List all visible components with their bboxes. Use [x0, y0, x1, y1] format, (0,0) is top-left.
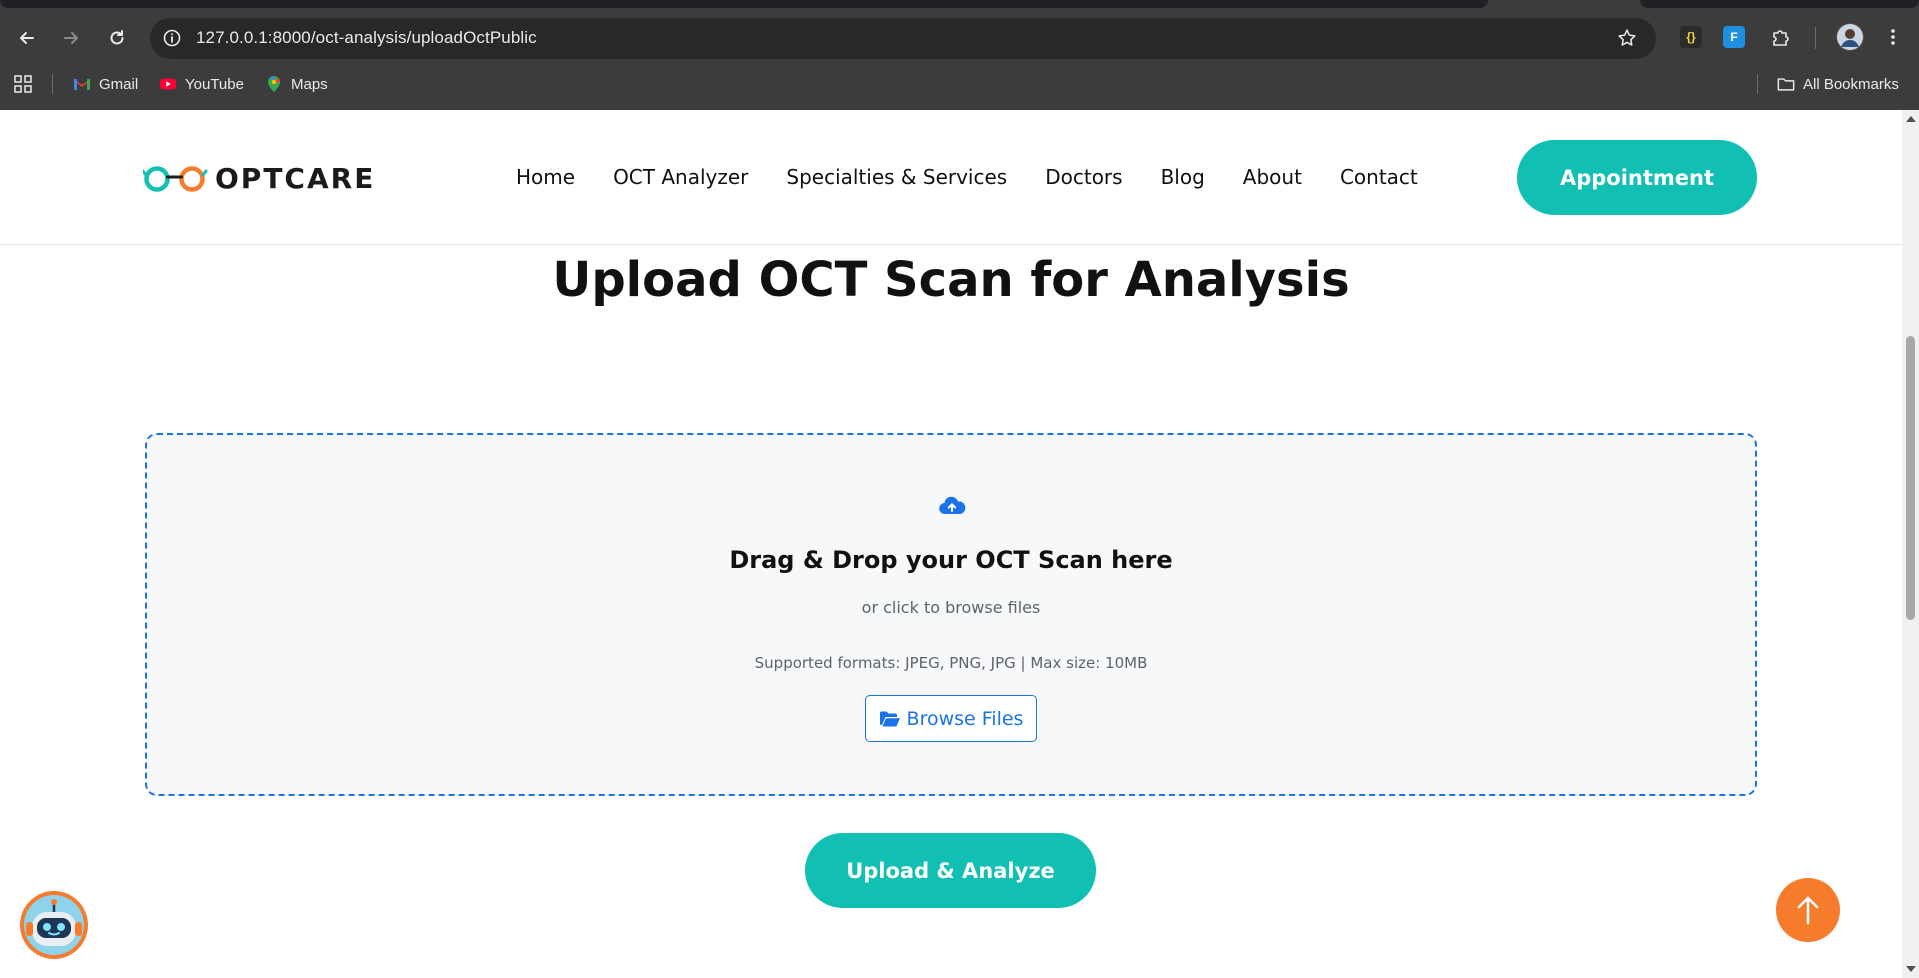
json-extension-icon[interactable]: {} [1680, 26, 1702, 48]
gmail-icon [74, 79, 90, 90]
upload-analyze-button[interactable]: Upload & Analyze [805, 833, 1096, 908]
site-header: OPTCARE Home OCT Analyzer Specialties & … [0, 110, 1902, 245]
robot-assistant-icon [20, 891, 88, 959]
cloud-upload-icon [939, 496, 966, 515]
bookmark-label: YouTube [185, 75, 244, 93]
menu-kebab-icon[interactable] [1882, 26, 1904, 48]
bookmark-label: Maps [291, 75, 328, 93]
nav-home[interactable]: Home [516, 165, 575, 189]
tab-strip-right [1640, 0, 1919, 8]
url-text[interactable]: 127.0.0.1:8000/oct-analysis/uploadOctPub… [196, 28, 537, 48]
tab-strip [0, 0, 1488, 8]
bookmark-label: Gmail [99, 75, 139, 93]
bookmark-youtube[interactable]: YouTube [159, 72, 244, 96]
youtube-icon [159, 78, 177, 90]
toolbar-divider [1815, 27, 1816, 49]
appointment-button[interactable]: Appointment [1517, 140, 1757, 215]
bookmark-gmail[interactable]: Gmail [73, 72, 138, 96]
apps-grid-button[interactable] [14, 72, 32, 96]
scroll-up-arrow-icon[interactable] [1906, 116, 1916, 122]
all-bookmarks-label: All Bookmarks [1803, 75, 1899, 93]
bookmarks-divider [52, 74, 53, 94]
apps-grid-icon [14, 75, 32, 93]
site-logo[interactable]: OPTCARE [143, 162, 375, 195]
scroll-to-top-button[interactable] [1776, 878, 1840, 942]
page-title: Upload OCT Scan for Analysis [552, 252, 1350, 308]
nav-about[interactable]: About [1243, 165, 1302, 189]
forward-button[interactable] [55, 22, 87, 54]
supported-formats-text: Supported formats: JPEG, PNG, JPG | Max … [754, 654, 1148, 672]
bookmark-star-icon[interactable] [1616, 27, 1638, 49]
bookmarks-divider-right [1757, 74, 1758, 94]
chatbot-launcher[interactable] [19, 890, 89, 960]
folder-icon [1777, 78, 1795, 91]
browser-chrome: 127.0.0.1:8000/oct-analysis/uploadOctPub… [0, 0, 1919, 110]
brand-name: OPTCARE [215, 162, 376, 195]
translator-extension-icon[interactable]: F [1723, 26, 1745, 48]
scrollbar-thumb[interactable] [1906, 336, 1915, 620]
arrow-left-icon [20, 32, 34, 44]
reload-button[interactable] [101, 22, 133, 54]
browse-files-button[interactable]: Browse Files [865, 695, 1037, 742]
nav-doctors[interactable]: Doctors [1045, 165, 1122, 189]
file-dropzone[interactable]: Drag & Drop your OCT Scan here or click … [145, 433, 1757, 796]
browse-files-label: Browse Files [906, 707, 1024, 730]
nav-contact[interactable]: Contact [1340, 165, 1418, 189]
main-nav: Home OCT Analyzer Specialties & Services… [516, 165, 1418, 189]
arrow-up-icon [1797, 896, 1819, 925]
address-bar[interactable]: 127.0.0.1:8000/oct-analysis/uploadOctPub… [150, 18, 1656, 59]
dropzone-subtitle: or click to browse files [861, 598, 1041, 617]
folder-open-icon [879, 711, 900, 726]
all-bookmarks-button[interactable]: All Bookmarks [1777, 72, 1899, 96]
maps-icon [268, 75, 281, 92]
profile-avatar[interactable] [1836, 23, 1864, 51]
site-info-icon[interactable] [162, 28, 182, 48]
nav-blog[interactable]: Blog [1161, 165, 1205, 189]
extensions-puzzle-icon[interactable] [1770, 26, 1792, 48]
dropzone-title: Drag & Drop your OCT Scan here [729, 546, 1173, 574]
arrow-right-icon [64, 32, 78, 44]
page-viewport: OPTCARE Home OCT Analyzer Specialties & … [0, 110, 1902, 978]
reload-icon [110, 30, 124, 45]
back-button[interactable] [11, 22, 43, 54]
nav-oct-analyzer[interactable]: OCT Analyzer [613, 165, 748, 189]
page-scrollbar[interactable] [1902, 110, 1919, 978]
nav-specialties-services[interactable]: Specialties & Services [786, 165, 1007, 189]
scroll-down-arrow-icon[interactable] [1906, 966, 1916, 972]
glasses-logo-icon [143, 165, 208, 192]
bookmark-maps[interactable]: Maps [265, 72, 328, 96]
